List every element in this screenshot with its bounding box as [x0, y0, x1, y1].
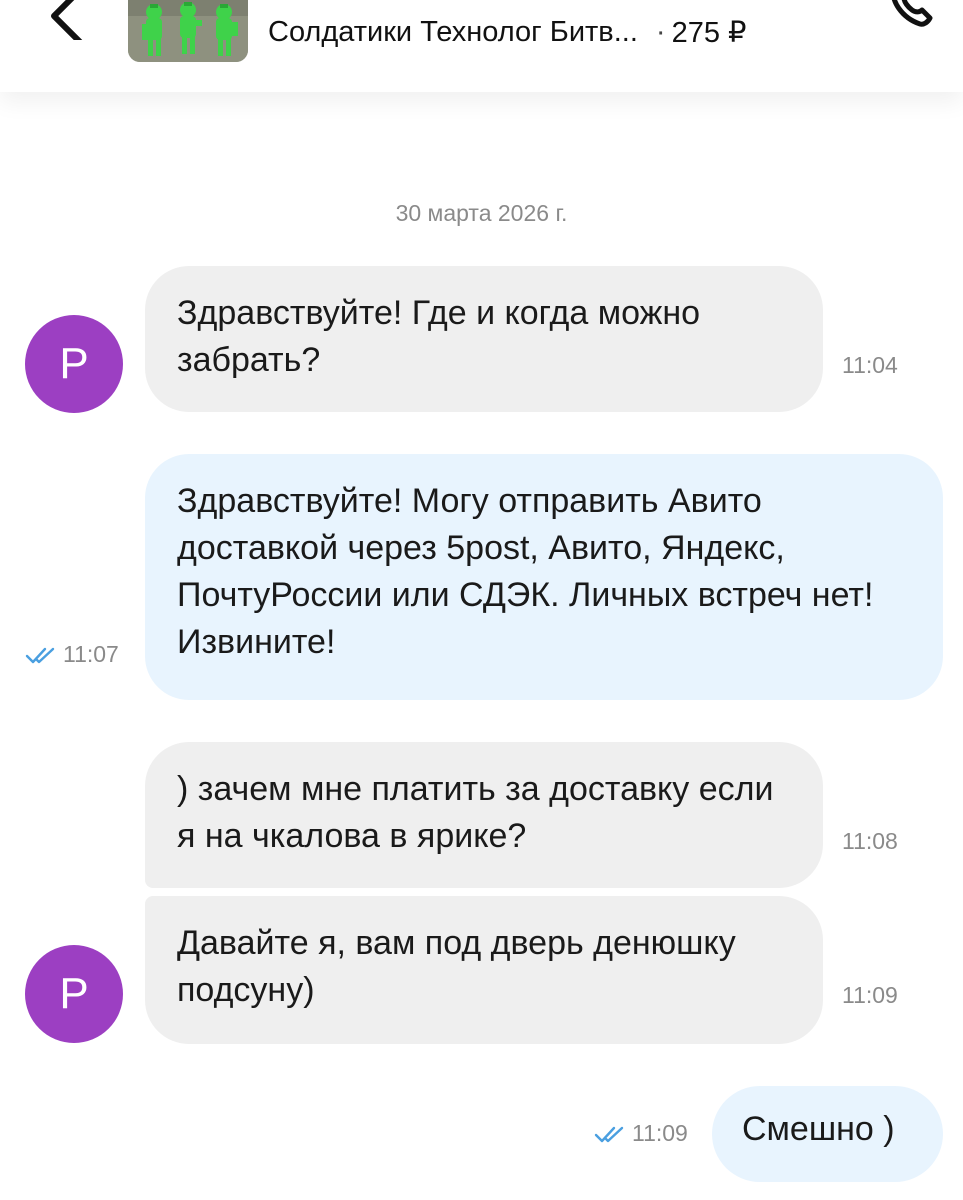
listing-price: 275 ₽ — [671, 16, 747, 49]
message-time: 11:09 — [632, 1120, 688, 1146]
message-bubble[interactable]: Здравствуйте! Могу отправить Авито доста… — [145, 454, 943, 700]
message-text: Здравствуйте! Где и когда можно забрать? — [177, 294, 701, 379]
message-bubble[interactable]: Давайте я, вам под дверь денюшку подсуну… — [145, 896, 823, 1044]
product-thumbnail[interactable] — [128, 0, 248, 62]
message-time: 11:08 — [842, 828, 898, 854]
chat-header: Солдатики Технолог Битв... · 275 ₽ — [0, 0, 963, 92]
message-status: 11:09 — [594, 1120, 688, 1147]
message-time: 11:07 — [63, 641, 119, 667]
avatar-letter: P — [59, 969, 89, 1018]
read-check-icon — [594, 1126, 624, 1142]
message-time: 11:04 — [842, 352, 898, 378]
phone-icon[interactable] — [880, 0, 940, 38]
read-check-icon — [25, 647, 55, 663]
avatar-letter: P — [59, 339, 89, 388]
message-bubble[interactable]: ) зачем мне платить за доставку если я н… — [145, 742, 823, 888]
message-text: Здравствуйте! Могу отправить Авито доста… — [177, 482, 874, 661]
title-separator: · — [655, 15, 666, 48]
sender-avatar[interactable]: P — [25, 945, 123, 1043]
listing-title: Солдатики Технолог Битв... — [268, 15, 638, 48]
message-text: ) зачем мне платить за доставку если я н… — [177, 770, 774, 855]
message-text: Смешно ) — [742, 1110, 895, 1148]
date-divider: 30 марта 2026 г. — [395, 200, 568, 226]
message-status: 11:07 — [25, 641, 119, 668]
sender-avatar[interactable]: P — [25, 315, 123, 413]
message-bubble[interactable]: Здравствуйте! Где и когда можно забрать? — [145, 266, 823, 412]
toy-soldiers-image — [128, 0, 248, 62]
message-bubble[interactable]: Смешно ) — [712, 1086, 943, 1182]
back-arrow-icon[interactable] — [40, 0, 100, 40]
listing-title-row[interactable]: Солдатики Технолог Битв... · 275 ₽ — [268, 12, 746, 52]
message-text: Давайте я, вам под дверь денюшку подсуну… — [177, 924, 736, 1009]
message-time: 11:09 — [842, 982, 898, 1008]
